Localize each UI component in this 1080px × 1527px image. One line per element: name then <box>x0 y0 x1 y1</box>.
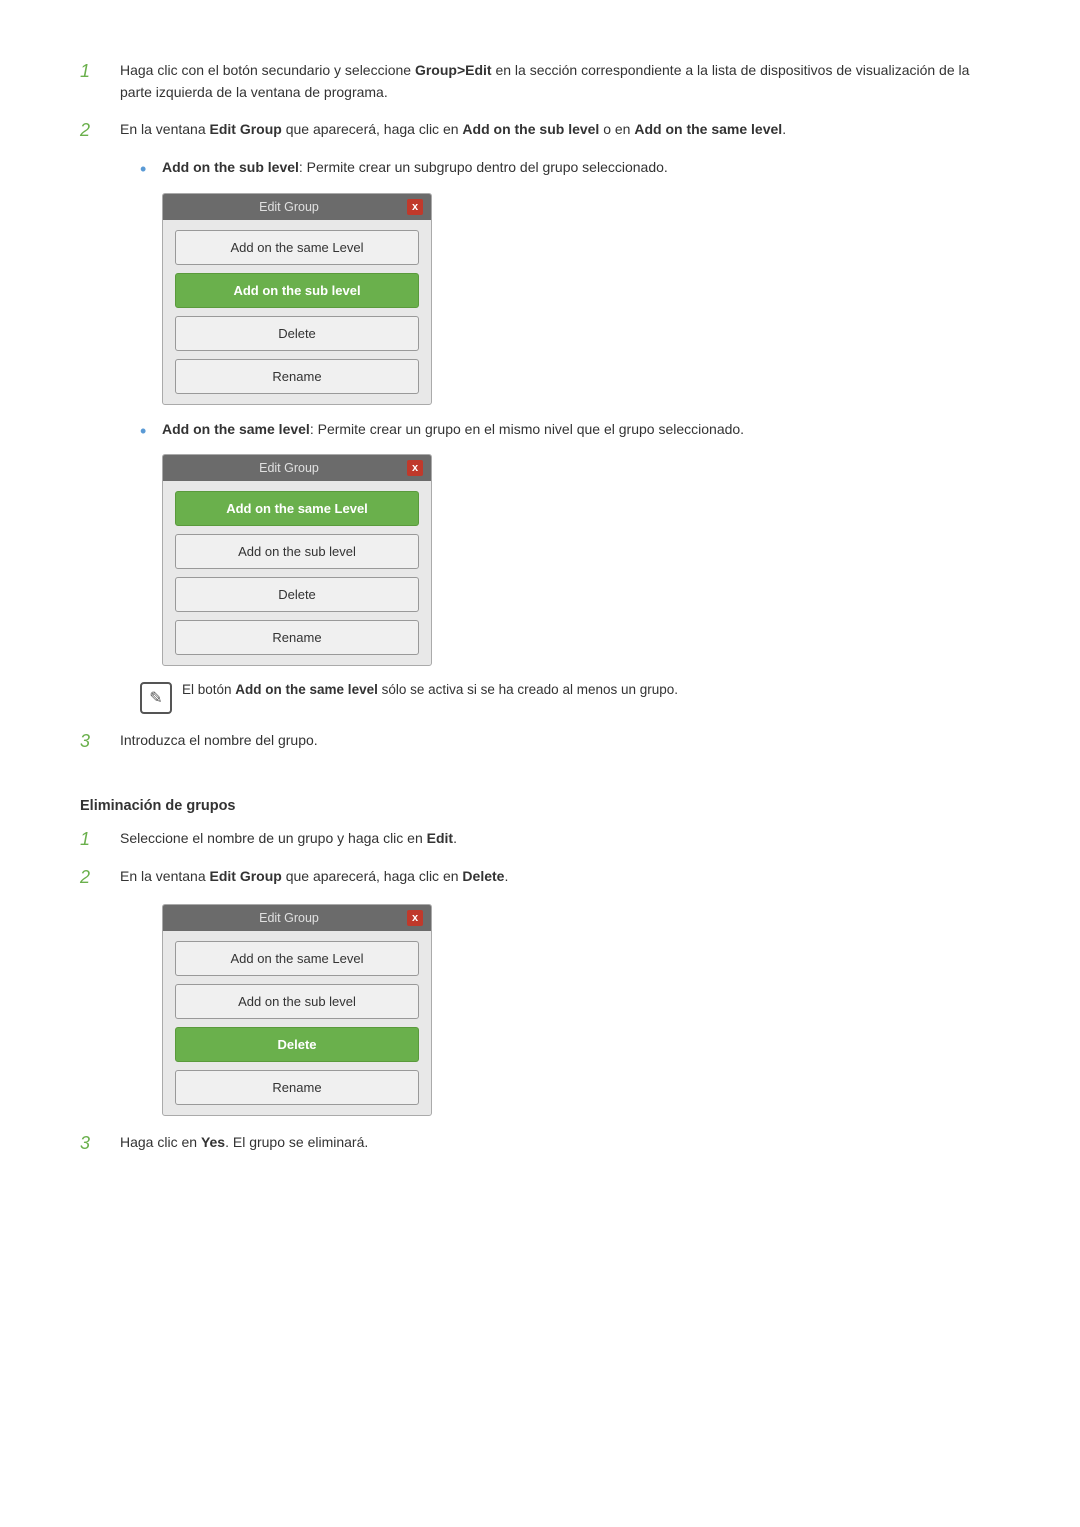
bullet-item-1: • Add on the sub level: Permite crear un… <box>140 157 1000 182</box>
dialog-body-1: Add on the same Level Add on the sub lev… <box>163 220 431 404</box>
edit-group-dialog-1: Edit Group x Add on the same Level Add o… <box>162 193 432 405</box>
step-g2-1-bold1: Edit <box>427 830 453 846</box>
dialog-titlebar-2: Edit Group x <box>163 455 431 481</box>
step-g2-2-number: 2 <box>80 866 120 888</box>
note-block: ✎ El botón Add on the same level sólo se… <box>140 680 1000 714</box>
step-3-text: Introduzca el nombre del grupo. <box>120 730 1000 752</box>
step-1-text: Haga clic con el botón secundario y sele… <box>120 60 1000 103</box>
bullet-dot-2: • <box>140 419 162 444</box>
dialog-title-1: Edit Group <box>171 200 407 214</box>
dialog-body-3: Add on the same Level Add on the sub lev… <box>163 931 431 1115</box>
dialog-titlebar-1: Edit Group x <box>163 194 431 220</box>
step-2-bold1: Edit Group <box>210 121 282 137</box>
step-3-block: 3 Introduzca el nombre del grupo. <box>80 730 1000 752</box>
dialog-title-2: Edit Group <box>171 461 407 475</box>
step-g2-2-block: 2 En la ventana Edit Group que aparecerá… <box>80 866 1000 888</box>
step-1-bold1: Group>Edit <box>415 62 492 78</box>
btn-sub-level-2[interactable]: Add on the sub level <box>175 534 419 569</box>
step-g2-1-text: Seleccione el nombre de un grupo y haga … <box>120 828 1000 850</box>
note-text: El botón Add on the same level sólo se a… <box>182 680 678 701</box>
note-bold1: Add on the same level <box>235 682 378 697</box>
dialog-close-3[interactable]: x <box>407 910 423 926</box>
bullet-label-1: Add on the sub level <box>162 159 299 175</box>
step-2-block: 2 En la ventana Edit Group que aparecerá… <box>80 119 1000 141</box>
step-2-number: 2 <box>80 119 120 141</box>
btn-delete-3[interactable]: Delete <box>175 1027 419 1062</box>
bullet-text-2: Add on the same level: Permite crear un … <box>162 419 744 441</box>
bullet-label-2: Add on the same level <box>162 421 310 437</box>
note-icon: ✎ <box>140 682 172 714</box>
btn-same-level-2[interactable]: Add on the same Level <box>175 491 419 526</box>
step-g2-3-text: Haga clic en Yes. El grupo se eliminará. <box>120 1132 1000 1154</box>
btn-rename-3[interactable]: Rename <box>175 1070 419 1105</box>
bullet-dot-1: • <box>140 157 162 182</box>
step-g2-3-number: 3 <box>80 1132 120 1154</box>
dialog-close-1[interactable]: x <box>407 199 423 215</box>
dialog-body-2: Add on the same Level Add on the sub lev… <box>163 481 431 665</box>
step-1-block: 1 Haga clic con el botón secundario y se… <box>80 60 1000 103</box>
dialog-titlebar-3: Edit Group x <box>163 905 431 931</box>
step-g2-1-number: 1 <box>80 828 120 850</box>
btn-same-level-3[interactable]: Add on the same Level <box>175 941 419 976</box>
step-g2-2-text: En la ventana Edit Group que aparecerá, … <box>120 866 1000 888</box>
step-g2-3-bold1: Yes <box>201 1134 225 1150</box>
btn-rename-1[interactable]: Rename <box>175 359 419 394</box>
bullet-item-2: • Add on the same level: Permite crear u… <box>140 419 1000 444</box>
btn-rename-2[interactable]: Rename <box>175 620 419 655</box>
step-g2-2-bold2: Delete <box>462 868 504 884</box>
step-2-bold2: Add on the sub level <box>462 121 599 137</box>
bullet-block-1: • Add on the sub level: Permite crear un… <box>140 157 1000 404</box>
step-g2-3-block: 3 Haga clic en Yes. El grupo se eliminar… <box>80 1132 1000 1154</box>
section-heading: Eliminación de grupos <box>80 798 1000 814</box>
bullet-block-2: • Add on the same level: Permite crear u… <box>140 419 1000 666</box>
dialog-close-2[interactable]: x <box>407 460 423 476</box>
btn-sub-level-1[interactable]: Add on the sub level <box>175 273 419 308</box>
btn-sub-level-3[interactable]: Add on the sub level <box>175 984 419 1019</box>
step-1-number: 1 <box>80 60 120 82</box>
bullet-text-1: Add on the sub level: Permite crear un s… <box>162 157 668 179</box>
edit-group-dialog-2: Edit Group x Add on the same Level Add o… <box>162 454 432 666</box>
edit-group-dialog-3: Edit Group x Add on the same Level Add o… <box>162 904 432 1116</box>
btn-delete-2[interactable]: Delete <box>175 577 419 612</box>
dialog-delete-wrapper: Edit Group x Add on the same Level Add o… <box>162 904 1000 1116</box>
btn-same-level-1[interactable]: Add on the same Level <box>175 230 419 265</box>
step-2-text: En la ventana Edit Group que aparecerá, … <box>120 119 1000 141</box>
step-g2-2-bold1: Edit Group <box>210 868 282 884</box>
step-2-bold3: Add on the same level <box>634 121 782 137</box>
btn-delete-1[interactable]: Delete <box>175 316 419 351</box>
dialog-title-3: Edit Group <box>171 911 407 925</box>
step-g2-1-block: 1 Seleccione el nombre de un grupo y hag… <box>80 828 1000 850</box>
step-3-number: 3 <box>80 730 120 752</box>
